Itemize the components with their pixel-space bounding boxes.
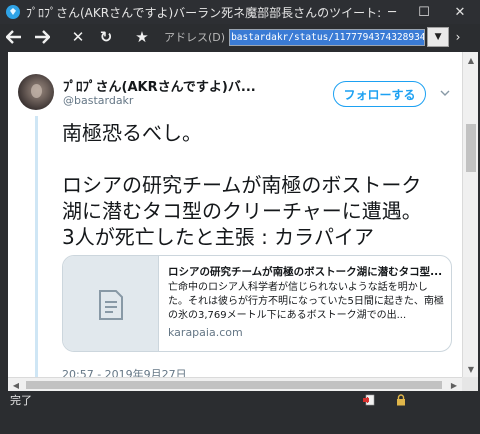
reload-button[interactable]: ↻	[92, 25, 120, 49]
stop-button[interactable]: ✕	[64, 25, 92, 49]
vertical-scrollbar[interactable]: ▲ ▼	[462, 52, 478, 377]
window-controls: ─ ☐ ✕	[376, 0, 480, 24]
display-name[interactable]: ﾌﾟﾛﾌﾟさん(AKRさんですよ)バ...	[63, 76, 273, 95]
arrow-left-icon	[6, 30, 21, 44]
scrollbar-corner	[462, 377, 478, 391]
address-value[interactable]: bastardakr/status/1177794374328934400	[230, 29, 425, 45]
lock-icon[interactable]	[396, 394, 406, 406]
go-button[interactable]: ›	[449, 30, 467, 44]
app-icon	[6, 5, 20, 19]
scroll-down-button[interactable]: ▼	[463, 361, 479, 377]
tweet-text-line: ロシアの研究チームが南極のボストーク	[62, 173, 422, 197]
scroll-right-button[interactable]: ▶	[446, 378, 462, 392]
tweet-text-line: 南極恐るべし。	[62, 121, 202, 145]
link-card[interactable]: ロシアの研究チームが南極のボストーク湖に潜むタコ型... 亡命中のロシア人科学者…	[62, 255, 452, 352]
title-bar: ﾌﾟﾛﾌﾟさん(AKRさんですよ)バーラン死ネ魔部部長さんのツイート: " ─ …	[0, 0, 480, 24]
status-bar: 完了	[0, 391, 480, 409]
horizontal-scrollbar[interactable]: ◀ ▶	[8, 377, 462, 391]
horizontal-scroll-thumb[interactable]	[26, 381, 442, 389]
status-text: 完了	[10, 394, 32, 407]
tweet-text-line: 湖に潜むタコ型のクリーチャーに遭遇。	[62, 199, 422, 223]
avatar[interactable]	[18, 74, 54, 110]
thread-line	[35, 116, 38, 377]
tweet-text-line: 3人が死亡したと主張 : カラパイア	[62, 225, 374, 249]
page-zone-icon[interactable]	[363, 394, 375, 406]
browser-window: ﾌﾟﾛﾌﾟさん(AKRさんですよ)バーラン死ネ魔部部長さんのツイート: " ─ …	[0, 0, 480, 434]
scroll-up-button[interactable]: ▲	[463, 52, 479, 68]
vertical-scroll-thumb[interactable]	[466, 124, 476, 172]
follow-button[interactable]: フォローする	[333, 81, 426, 107]
card-description: 亡命中のロシア人科学者が信じられないような話を明かした。それは彼らが行方不明にな…	[168, 282, 444, 321]
address-dropdown-button[interactable]: ▼	[427, 27, 450, 47]
tweet: ﾌﾟﾛﾌﾟさん(AKRさんですよ)バ... @bastardakr フォローする…	[8, 52, 462, 377]
address-label: アドレス(D)	[164, 31, 226, 44]
tweet-timestamp[interactable]: 20:57 - 2019年9月27日	[62, 366, 187, 377]
minimize-button[interactable]: ─	[376, 0, 408, 24]
maximize-button[interactable]: ☐	[408, 0, 440, 24]
user-handle[interactable]: @bastardakr	[63, 94, 133, 107]
window-title: ﾌﾟﾛﾌﾟさん(AKRさんですよ)バーラン死ネ魔部部長さんのツイート: "	[26, 5, 384, 20]
navigation-toolbar: ✕ ↻ ★ アドレス(D) bastardakr/status/11777943…	[0, 24, 480, 50]
address-field[interactable]: bastardakr/status/1177794374328934400	[229, 28, 426, 46]
close-button[interactable]: ✕	[440, 0, 480, 24]
chevron-down-icon[interactable]	[440, 88, 450, 98]
favorite-button[interactable]: ★	[128, 25, 156, 49]
back-button[interactable]	[0, 25, 28, 49]
card-thumbnail	[63, 256, 159, 351]
document-icon	[98, 289, 123, 320]
page-viewport: ﾌﾟﾛﾌﾟさん(AKRさんですよ)バ... @bastardakr フォローする…	[8, 52, 462, 377]
card-title[interactable]: ロシアの研究チームが南極のボストーク湖に潜むタコ型...	[168, 264, 446, 279]
card-domain: karapaia.com	[168, 326, 243, 339]
arrow-right-icon	[35, 30, 50, 44]
tweet-text: 南極恐るべし。 ロシアの研究チームが南極のボストーク 湖に潜むタコ型のクリーチャ…	[62, 120, 454, 250]
forward-button[interactable]	[28, 25, 56, 49]
scroll-left-button[interactable]: ◀	[8, 378, 24, 392]
